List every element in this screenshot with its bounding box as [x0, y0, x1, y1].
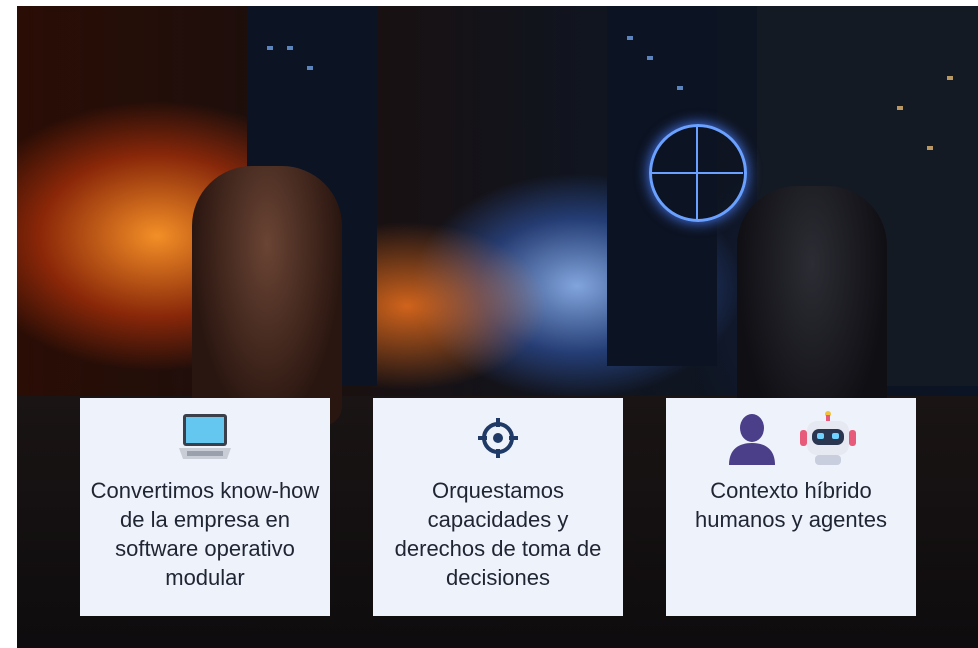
card-icons: [476, 412, 520, 468]
card-icons: [177, 412, 233, 468]
card-icons: [725, 410, 857, 471]
card-text: Orquestamos capacidades y derechos de to…: [394, 478, 602, 590]
fire-robot-figure: [192, 166, 342, 426]
laptop-icon: [177, 411, 233, 470]
target-icon: [476, 416, 520, 465]
robot-icon: [799, 410, 857, 471]
card-text: Contexto híbrido humanos y agentes: [694, 478, 888, 532]
feature-card-orchestration: Orquestamos capacidades y derechos de to…: [373, 398, 623, 616]
person-silhouette-icon: [725, 411, 779, 470]
feature-card-hybrid-context: Contexto híbrido humanos y agentes: [666, 398, 916, 616]
card-text: Convertimos know-how de la empresa en so…: [90, 478, 320, 590]
feature-card-software: Convertimos know-how de la empresa en so…: [80, 398, 330, 616]
ferris-wheel: [649, 124, 747, 222]
